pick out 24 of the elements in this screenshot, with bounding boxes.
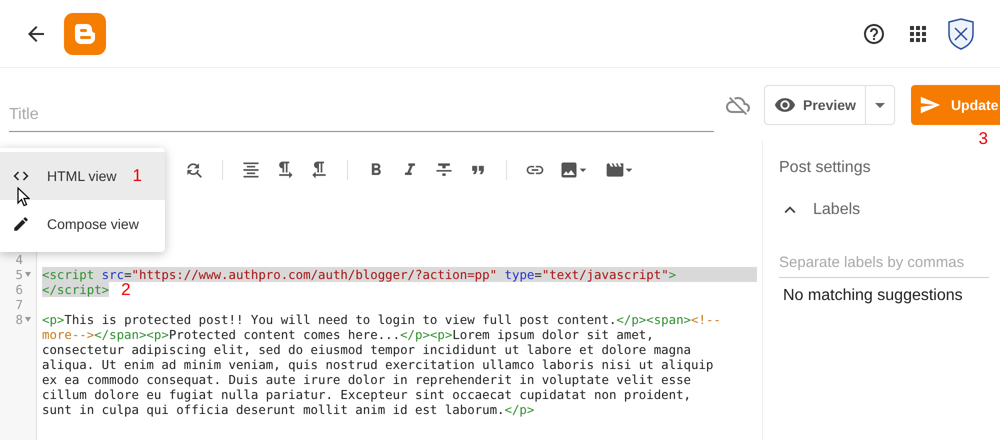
- line-number: 7: [16, 297, 23, 312]
- blogger-logo-icon[interactable]: [64, 12, 106, 54]
- line-number: 8: [16, 312, 23, 327]
- caret-icon: [874, 102, 885, 108]
- menu-item[interactable]: Compose view: [0, 200, 165, 248]
- help-icon[interactable]: [862, 22, 886, 46]
- line-number: 4: [16, 252, 23, 267]
- avatar-icon[interactable]: [946, 18, 976, 50]
- step-number: 2: [121, 282, 131, 297]
- suggestion-text: No matching suggestions: [782, 286, 964, 306]
- line-number: 5: [16, 267, 23, 282]
- labels-field[interactable]: Separate labels by commas: [779, 252, 989, 278]
- line-number: 6: [16, 282, 23, 297]
- labels-section-header[interactable]: Labels: [779, 198, 860, 222]
- panel-title: Post settings: [779, 158, 872, 178]
- cursor-icon: [17, 187, 30, 207]
- step-number: 3: [978, 128, 988, 150]
- fold-arrow-icon[interactable]: [25, 317, 31, 322]
- send-icon: [918, 94, 941, 116]
- menu-item[interactable]: HTML view 1: [0, 152, 165, 200]
- code-line: <p>This is protected post!! You will need to login to view full post content.</p><span><!-- more--></span><p>Protected content comes here...</p><p>Lorem ipsum dolor sit amet, consectetur adipiscing elit, sed do eiusmod tempor incididunt ut labore et dolore magna aliqua. Ut enim ad minim veniam, quis nostrud exercitation ullamco laboris nisi ut aliquip ex ea commodo consequat. Duis aute irure dolor in reprehenderit in voluptate velit esse cillum dolore eu fugiat nulla pariatur. Excepteur sint occaecat cupidatat non proident, sunt in culpa qui officia deserunt mollit anim id est laborum.</p>: [42, 312, 722, 417]
- step-number: 1: [132, 165, 142, 188]
- fold-arrow-icon[interactable]: [25, 272, 31, 277]
- title-field[interactable]: Title: [9, 103, 714, 132]
